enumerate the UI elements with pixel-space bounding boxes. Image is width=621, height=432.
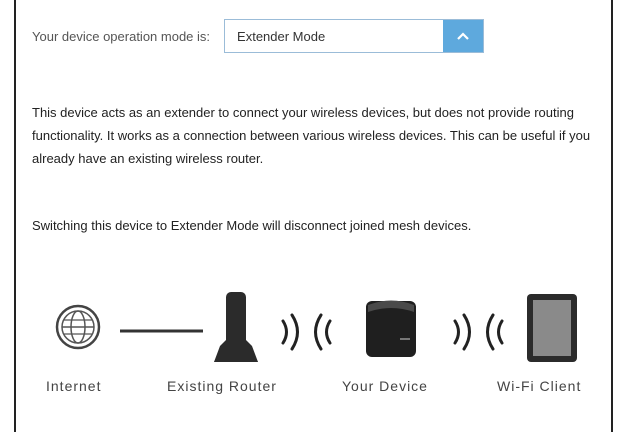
caption-internet: Internet (46, 378, 102, 394)
topology-diagram (55, 292, 577, 362)
router-icon (214, 292, 258, 362)
mode-warning: Switching this device to Extender Mode w… (32, 218, 472, 233)
tablet-icon (527, 294, 577, 362)
operation-mode-row: Your device operation mode is: Extender … (32, 18, 485, 54)
caption-your-device: Your Device (342, 378, 428, 394)
device-icon (366, 300, 416, 357)
globe-icon (55, 304, 101, 350)
operation-mode-select[interactable]: Extender Mode (224, 19, 485, 53)
chevron-up-icon[interactable] (443, 20, 484, 52)
wifi-waves-icon (453, 313, 504, 351)
operation-mode-label: Your device operation mode is: (32, 28, 211, 44)
caption-existing-router: Existing Router (167, 378, 277, 394)
operation-mode-value: Extender Mode (237, 28, 326, 44)
caption-wifi-client: Wi-Fi Client (497, 378, 582, 394)
wifi-waves-icon (281, 313, 332, 351)
mode-description: This device acts as an extender to conne… (32, 105, 591, 166)
